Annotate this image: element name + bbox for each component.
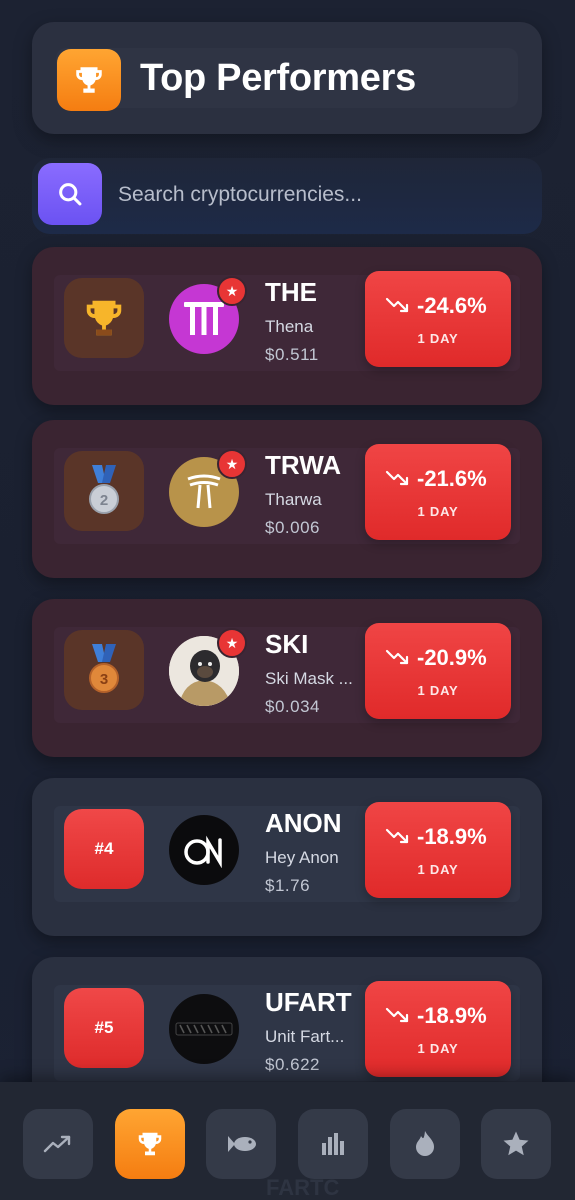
change-badge: -21.6% 1 DAY	[365, 444, 511, 540]
change-value: -24.6%	[417, 293, 487, 318]
performer-card[interactable]: 2 ★ TRWA Tharwa $0.006 -21.6% 1 DAY	[32, 420, 542, 578]
trending-icon[interactable]	[23, 1109, 93, 1179]
coin-logo-anon	[169, 815, 239, 885]
change-period: 1 DAY	[417, 683, 459, 698]
flame-icon[interactable]	[390, 1109, 460, 1179]
performer-card[interactable]: ★ THE Thena $0.511 -24.6% 1 DAY	[32, 247, 542, 405]
coin-name: Hey Anon	[265, 848, 339, 867]
coin-logo-ufart	[169, 994, 239, 1064]
page-title: Top Performers	[140, 57, 416, 99]
change-period: 1 DAY	[417, 862, 459, 877]
coin-logo-trwa: ★	[169, 449, 247, 527]
change-badge: -20.9% 1 DAY	[365, 623, 511, 719]
change-period: 1 DAY	[417, 504, 459, 519]
change-badge: -18.9% 1 DAY	[365, 981, 511, 1077]
coin-price: $0.511	[265, 345, 319, 364]
change-badge: -24.6% 1 DAY	[365, 271, 511, 367]
performer-card[interactable]: 3 ★ SKI Ski Mask ... $0.034 -20.9% 1 DAY	[32, 599, 542, 757]
rank-badge: #4	[64, 809, 144, 889]
change-value: -21.6%	[417, 466, 487, 491]
bronze-medal-icon: 3	[64, 630, 144, 710]
search-input[interactable]	[118, 176, 518, 214]
fish-icon[interactable]	[206, 1109, 276, 1179]
coin-symbol: UFART	[265, 987, 352, 1017]
favorite-star-icon[interactable]: ★	[217, 628, 247, 658]
favorite-star-icon[interactable]: ★	[217, 449, 247, 479]
svg-text:3: 3	[100, 671, 108, 688]
coin-name: Unit Fart...	[265, 1027, 345, 1046]
performer-card[interactable]: #4 ANON Hey Anon $1.76 -18.9% 1 DAY	[32, 778, 542, 936]
change-value: -18.9%	[417, 824, 487, 849]
trophy-icon	[57, 49, 121, 111]
change-value: -20.9%	[417, 645, 487, 670]
search-icon[interactable]	[38, 163, 102, 225]
coin-name: Thena	[265, 317, 314, 336]
bar-chart-icon[interactable]	[298, 1109, 368, 1179]
coin-symbol: ANON	[265, 808, 342, 838]
star-icon[interactable]	[481, 1109, 551, 1179]
coin-symbol: SKI	[265, 629, 309, 659]
change-period: 1 DAY	[417, 331, 459, 346]
coin-symbol: THE	[265, 277, 317, 307]
trophy-icon[interactable]	[115, 1109, 185, 1179]
change-value: -18.9%	[417, 1003, 487, 1028]
coin-symbol: TRWA	[265, 450, 342, 480]
rank-badge: #5	[64, 988, 144, 1068]
coin-price: $1.76	[265, 876, 311, 895]
coin-price: $0.034	[265, 697, 320, 716]
coin-logo-the: ★	[169, 276, 247, 354]
change-period: 1 DAY	[417, 1041, 459, 1056]
coin-price: $0.006	[265, 518, 320, 537]
favorite-star-icon[interactable]: ★	[217, 276, 247, 306]
coin-logo-ski: ★	[169, 628, 247, 706]
coin-price: $0.622	[265, 1055, 320, 1074]
top-performers-screen: Top Performers ★ THE Thena $0.511	[0, 0, 575, 1200]
coin-name: Tharwa	[265, 490, 322, 509]
coin-name: Ski Mask ...	[265, 669, 353, 688]
silver-medal-icon: 2	[64, 451, 144, 531]
change-badge: -18.9% 1 DAY	[365, 802, 511, 898]
svg-text:2: 2	[100, 492, 108, 509]
gold-trophy-icon	[64, 278, 144, 358]
